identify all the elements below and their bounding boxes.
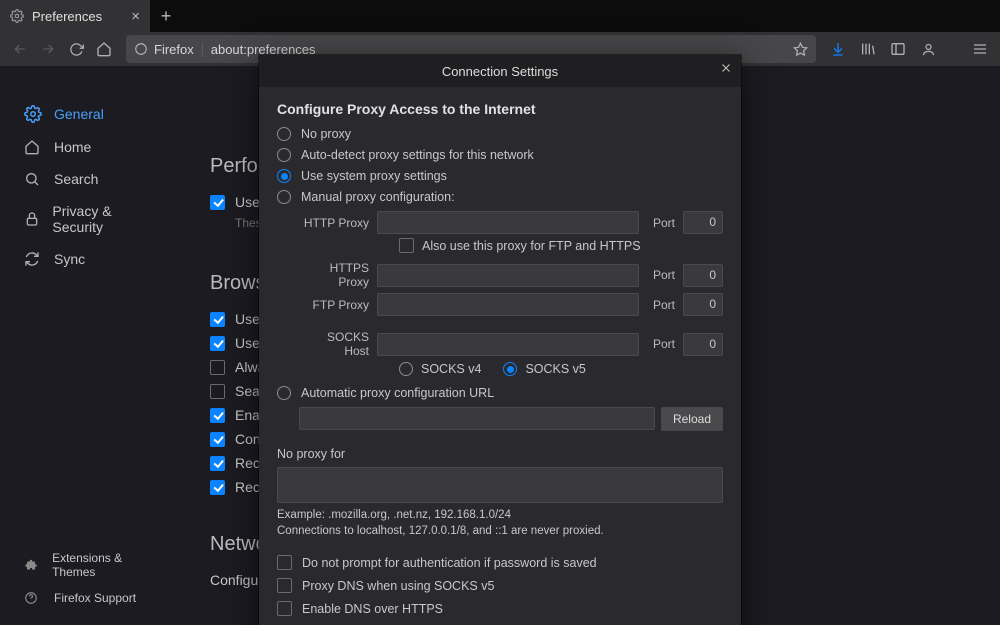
firefox-logo-icon: [134, 42, 148, 56]
new-tab-button[interactable]: +: [150, 0, 182, 32]
dialog-title: Connection Settings: [442, 64, 558, 79]
radio-socks5[interactable]: [503, 362, 517, 376]
reload-button[interactable]: Reload: [661, 407, 723, 431]
tab-title: Preferences: [32, 9, 102, 24]
https-proxy-label: HTTPS Proxy: [299, 261, 369, 289]
no-proxy-example: Example: .mozilla.org, .net.nz, 192.168.…: [277, 509, 723, 521]
dialog-mask: Connection Settings Configure Proxy Acce…: [0, 67, 1000, 625]
close-icon[interactable]: [719, 61, 733, 75]
forward-button[interactable]: [34, 35, 62, 63]
no-proxy-label: No proxy for: [277, 447, 723, 461]
no-auth-prompt-checkbox[interactable]: Do not prompt for authentication if pass…: [277, 555, 723, 570]
socks-port-input[interactable]: 0: [683, 333, 723, 356]
reload-button[interactable]: [62, 35, 90, 63]
dns-https-checkbox[interactable]: Enable DNS over HTTPS: [277, 601, 723, 616]
dialog-heading: Configure Proxy Access to the Internet: [277, 101, 723, 117]
downloads-button[interactable]: [824, 35, 852, 63]
radio-no-proxy[interactable]: No proxy: [277, 127, 723, 141]
socks-host-label: SOCKS Host: [299, 330, 369, 358]
ftp-proxy-input[interactable]: [377, 293, 639, 316]
dialog-title-bar: Connection Settings: [259, 55, 741, 87]
library-button[interactable]: [854, 35, 882, 63]
localhost-hint: Connections to localhost, 127.0.0.1/8, a…: [277, 525, 723, 537]
back-button[interactable]: [6, 35, 34, 63]
autoconfig-url-input[interactable]: [299, 407, 655, 430]
https-port-input[interactable]: 0: [683, 264, 723, 287]
ftp-port-input[interactable]: 0: [683, 293, 723, 316]
no-proxy-textarea[interactable]: [277, 467, 723, 503]
ftp-proxy-label: FTP Proxy: [299, 298, 369, 312]
shared-proxy-checkbox[interactable]: Also use this proxy for FTP and HTTPS: [399, 238, 723, 253]
radio-socks4[interactable]: [399, 362, 413, 376]
port-label: Port: [653, 216, 675, 230]
http-port-input[interactable]: 0: [683, 211, 723, 234]
https-proxy-input[interactable]: [377, 264, 639, 287]
bookmark-star-icon[interactable]: [793, 42, 808, 57]
http-proxy-input[interactable]: [377, 211, 639, 234]
identity-box[interactable]: Firefox: [134, 42, 203, 57]
radio-auto-detect[interactable]: Auto-detect proxy settings for this netw…: [277, 148, 723, 162]
radio-autoconfig-url[interactable]: Automatic proxy configuration URL: [277, 386, 723, 400]
gear-icon: [10, 9, 24, 23]
connection-settings-dialog: Connection Settings Configure Proxy Acce…: [259, 55, 741, 625]
radio-manual-proxy[interactable]: Manual proxy configuration:: [277, 190, 723, 204]
proxy-dns-socks5-checkbox[interactable]: Proxy DNS when using SOCKS v5: [277, 578, 723, 593]
close-icon[interactable]: ×: [131, 8, 140, 25]
identity-label: Firefox: [154, 42, 194, 57]
tab-strip: Preferences × +: [0, 0, 1000, 32]
socks-host-input[interactable]: [377, 333, 639, 356]
menu-button[interactable]: [966, 35, 994, 63]
radio-system-proxy[interactable]: Use system proxy settings: [277, 169, 723, 183]
http-proxy-label: HTTP Proxy: [299, 216, 369, 230]
home-button[interactable]: [90, 35, 118, 63]
account-button[interactable]: [914, 35, 942, 63]
sidebar-toggle-button[interactable]: [884, 35, 912, 63]
tab-preferences[interactable]: Preferences ×: [0, 0, 150, 32]
